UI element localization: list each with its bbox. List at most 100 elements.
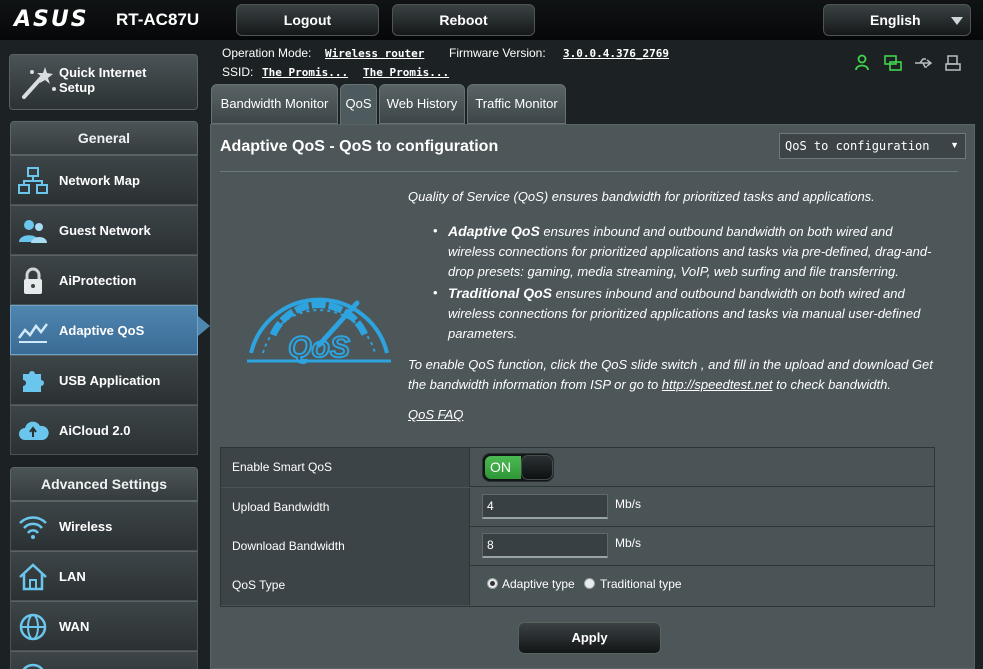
tab-bandwidth-monitor[interactable]: Bandwidth Monitor [211, 84, 338, 124]
bullet-term: Adaptive QoS [448, 223, 540, 239]
table-cell: ON [471, 448, 934, 487]
asus-logo: ASUS [14, 7, 89, 32]
globe-icon [19, 613, 47, 641]
qos-graph-icon [18, 323, 48, 343]
upload-bandwidth-input[interactable]: 4 [482, 494, 608, 519]
table-row: Enable Smart QoS ON [221, 448, 934, 487]
home-icon [19, 563, 47, 591]
qos-settings-table: Enable Smart QoS ON Upload Bandwidth 4 M… [220, 447, 935, 607]
sidebar-item-aicloud[interactable]: AiCloud 2.0 [10, 405, 198, 455]
table-cell: Adaptive type Traditional type [471, 566, 934, 605]
qos-enable-text: To enable QoS function, click the QoS sl… [408, 355, 953, 395]
reboot-button[interactable]: Reboot [392, 4, 535, 36]
apply-button[interactable]: Apply [518, 622, 661, 654]
sidebar-item-label: Adaptive QoS [59, 323, 145, 338]
sidebar-item-label: AiCloud 2.0 [59, 423, 131, 438]
magic-wand-icon [22, 67, 56, 99]
traditional-type-radio[interactable] [584, 578, 595, 589]
upload-bandwidth-label: Upload Bandwidth [221, 488, 470, 527]
language-label: English [870, 12, 921, 28]
table-row: Upload Bandwidth 4 Mb/s [221, 488, 934, 527]
tab-web-history[interactable]: Web History [379, 84, 465, 124]
ssid-label: SSID: [222, 65, 254, 79]
sidebar-item-label: WAN [59, 619, 90, 634]
adaptive-type-label: Adaptive type [502, 577, 575, 591]
adaptive-type-radio[interactable] [487, 578, 498, 589]
operation-mode-label: Operation Mode: [222, 46, 312, 60]
advanced-settings-header: Advanced Settings [10, 467, 198, 501]
sidebar-item-next[interactable] [10, 651, 198, 669]
sidebar-item-network-map[interactable]: Network Map [10, 155, 198, 205]
table-cell: 4 Mb/s [471, 488, 934, 527]
qos-config-select[interactable]: QoS to configuration ▼ [779, 133, 966, 159]
main-panel: Adaptive QoS - QoS to configuration QoS … [210, 124, 975, 669]
globe-icon [22, 663, 44, 669]
top-bar: ASUS RT-AC87U Logout Reboot English [0, 0, 983, 40]
quick-internet-setup-button[interactable]: Quick Internet Setup [9, 54, 198, 110]
chevron-down-icon [951, 17, 963, 25]
download-bandwidth-input[interactable]: 8 [482, 533, 608, 558]
sidebar-item-label: AiProtection [59, 273, 137, 288]
sidebar-item-lan[interactable]: LAN [10, 551, 198, 601]
quick-setup-label: Quick Internet Setup [59, 65, 147, 95]
table-cell: 8 Mb/s [471, 527, 934, 566]
operation-mode-link[interactable]: Wireless router [325, 47, 424, 60]
language-select[interactable]: English [823, 4, 971, 36]
qos-config-select-value: QoS to configuration [785, 139, 930, 153]
table-row: Download Bandwidth 8 Mb/s [221, 527, 934, 566]
sidebar-item-label: LAN [59, 569, 86, 584]
usb-status-icon[interactable] [914, 54, 932, 72]
sidebar-item-guest-network[interactable]: Guest Network [10, 205, 198, 255]
qos-bullet-list: Adaptive QoS ensures inbound and outboun… [431, 221, 941, 345]
traditional-type-label: Traditional type [600, 577, 682, 591]
divider [220, 171, 958, 172]
printer-status-icon[interactable] [944, 54, 962, 72]
lock-icon [24, 267, 42, 294]
logout-button[interactable]: Logout [236, 4, 379, 36]
router-model: RT-AC87U [116, 10, 200, 29]
clients-status-icon[interactable] [854, 54, 872, 72]
toggle-knob [521, 455, 553, 480]
tab-qos[interactable]: QoS [340, 84, 377, 124]
speedtest-link[interactable]: http://speedtest.net [662, 377, 773, 392]
bullet-term: Traditional QoS [448, 285, 552, 301]
sidebar-item-label: Guest Network [59, 223, 151, 238]
download-bandwidth-label: Download Bandwidth [221, 527, 470, 566]
ssid-link-1[interactable]: The Promis... [262, 66, 348, 79]
sidebar: Quick Internet Setup General Network Map… [0, 40, 210, 669]
ssid-link-2[interactable]: The Promis... [363, 66, 449, 79]
page-title: Adaptive QoS - QoS to configuration [220, 138, 499, 155]
smart-qos-toggle[interactable]: ON [482, 453, 554, 482]
network-map-icon [18, 167, 48, 194]
smart-qos-label: Enable Smart QoS [221, 448, 470, 487]
list-item: Traditional QoS ensures inbound and outb… [431, 283, 941, 344]
guest-network-icon [19, 220, 47, 243]
firmware-label: Firmware Version: [449, 46, 546, 60]
sidebar-item-wireless[interactable]: Wireless [10, 501, 198, 551]
list-item: Adaptive QoS ensures inbound and outboun… [431, 221, 941, 282]
cloud-icon [19, 421, 49, 440]
tab-traffic-monitor[interactable]: Traffic Monitor [467, 84, 566, 124]
network-status-icon[interactable] [884, 54, 902, 72]
active-indicator-arrow [198, 316, 210, 336]
qos-faq-link[interactable]: QoS FAQ [408, 407, 463, 422]
table-row: QoS Type Adaptive type Traditional type [221, 566, 934, 605]
upload-unit: Mb/s [615, 497, 642, 511]
enable-text-part-2: to check bandwidth. [772, 377, 891, 392]
qos-intro-text: Quality of Service (QoS) ensures bandwid… [408, 189, 875, 204]
sidebar-item-wan[interactable]: WAN [10, 601, 198, 651]
general-header: General [10, 121, 198, 155]
sidebar-item-aiprotection[interactable]: AiProtection [10, 255, 198, 305]
sidebar-item-label: USB Application [59, 373, 161, 388]
sidebar-item-usb-application[interactable]: USB Application [10, 355, 198, 405]
puzzle-icon [23, 371, 44, 392]
download-unit: Mb/s [615, 536, 642, 550]
sidebar-item-label: Wireless [59, 519, 113, 534]
toggle-state-label: ON [485, 456, 521, 479]
firmware-link[interactable]: 3.0.0.4.376_2769 [563, 47, 669, 60]
sidebar-item-adaptive-qos[interactable]: Adaptive QoS [10, 305, 198, 355]
wifi-icon [19, 516, 47, 539]
qos-type-label: QoS Type [221, 566, 470, 605]
sidebar-item-label: Network Map [59, 173, 140, 188]
router-info-bar: Operation Mode: Wireless router Firmware… [210, 40, 983, 84]
